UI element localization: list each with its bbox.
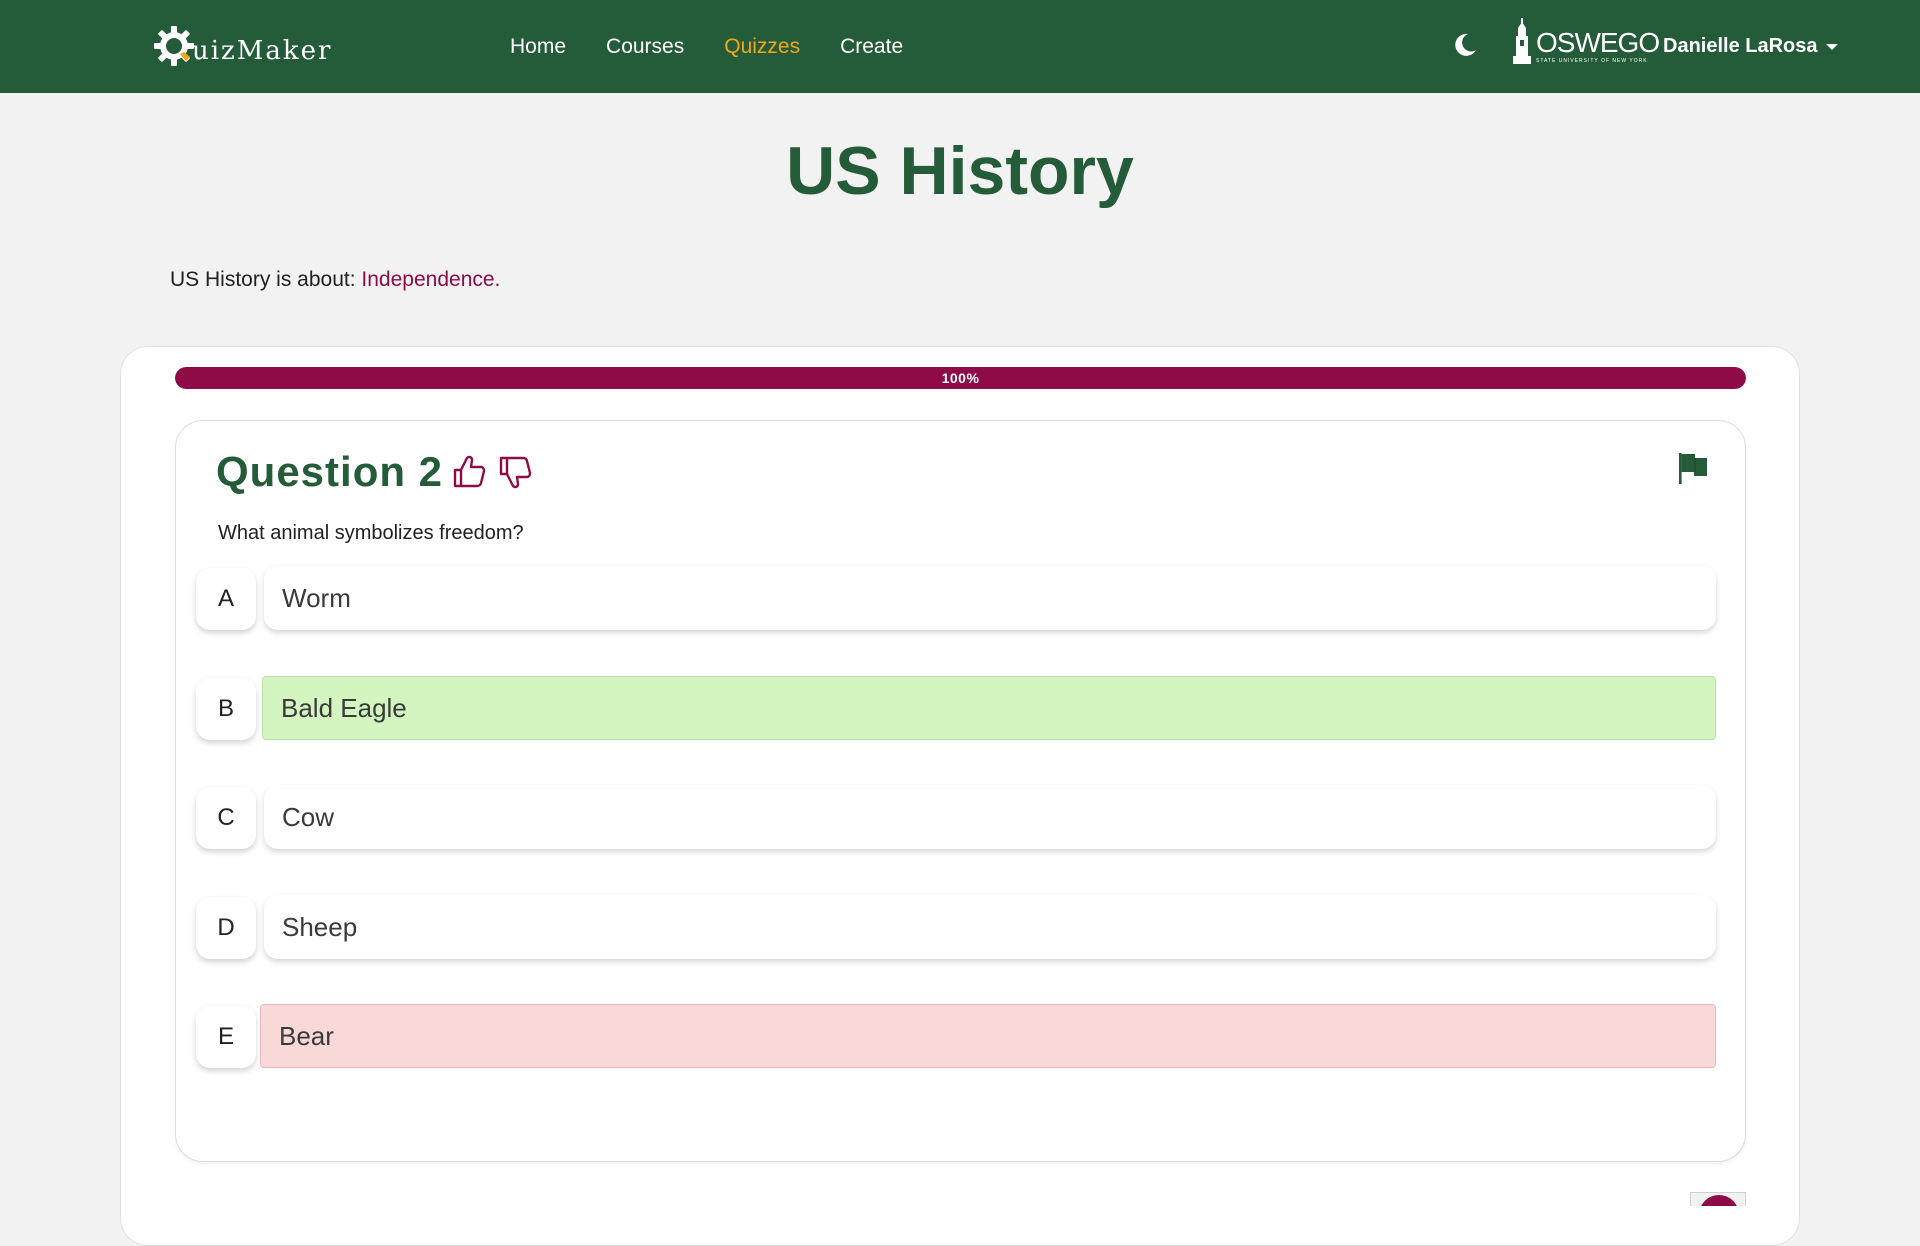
answer-option-e[interactable]: E Bear [196, 1004, 1716, 1068]
about-prefix: US History is about: [170, 268, 356, 291]
option-text-correct: Bald Eagle [262, 676, 1716, 740]
answer-option-b[interactable]: B Bald Eagle [196, 676, 1716, 740]
question-text: What animal symbolizes freedom? [218, 522, 524, 544]
option-letter: E [196, 1006, 256, 1068]
thumbs-down-icon[interactable] [495, 452, 535, 492]
tower-icon [1513, 18, 1531, 64]
flag-icon[interactable] [1675, 450, 1711, 486]
question-title: Question 2 [216, 448, 444, 495]
user-name: Danielle LaRosa [1663, 34, 1818, 57]
answer-option-c[interactable]: C Cow [196, 785, 1716, 849]
user-menu-dropdown[interactable]: Danielle LaRosa [1663, 30, 1838, 62]
nav-link-quizzes[interactable]: Quizzes [724, 35, 800, 59]
option-letter: C [196, 787, 256, 849]
option-text-wrong: Bear [260, 1004, 1716, 1068]
quiz-about: US History is about: Independence. [170, 268, 500, 292]
option-text: Cow [264, 785, 1716, 849]
navbar: uizMaker Home Courses Quizzes Create OSW… [0, 0, 1920, 93]
nav-link-courses[interactable]: Courses [606, 35, 684, 59]
progress-fill: 100% [175, 367, 1746, 389]
about-topic: Independence. [361, 268, 501, 291]
caret-down-icon [1825, 44, 1838, 50]
page-title: US History [786, 133, 1134, 209]
option-letter: A [196, 568, 256, 630]
nav-link-create[interactable]: Create [840, 35, 903, 59]
thumbs-up-icon[interactable] [449, 452, 489, 492]
oswego-subtitle: STATE UNIVERSITY OF NEW YORK [1536, 58, 1648, 64]
main-nav: Home Courses Quizzes Create [510, 0, 903, 93]
nav-link-home[interactable]: Home [510, 35, 566, 59]
option-letter: D [196, 897, 256, 959]
partial-button[interactable] [1690, 1192, 1746, 1206]
question-header: Question 2 [216, 446, 535, 498]
option-text: Sheep [264, 895, 1716, 959]
progress-label: 100% [941, 370, 980, 386]
gear-icon [154, 26, 194, 66]
option-letter: B [196, 678, 256, 740]
moon-icon[interactable] [1450, 30, 1480, 60]
quizmaker-logo[interactable]: uizMaker [152, 18, 332, 68]
option-text: Worm [264, 566, 1716, 630]
oswego-wordmark: OSWEGO [1536, 27, 1660, 58]
progress-bar: 100% [175, 367, 1746, 389]
answer-option-a[interactable]: A Worm [196, 566, 1716, 630]
logo-text: uizMaker [192, 36, 333, 66]
oswego-logo[interactable]: OSWEGO STATE UNIVERSITY OF NEW YORK [1510, 18, 1660, 64]
answer-option-d[interactable]: D Sheep [196, 895, 1716, 959]
